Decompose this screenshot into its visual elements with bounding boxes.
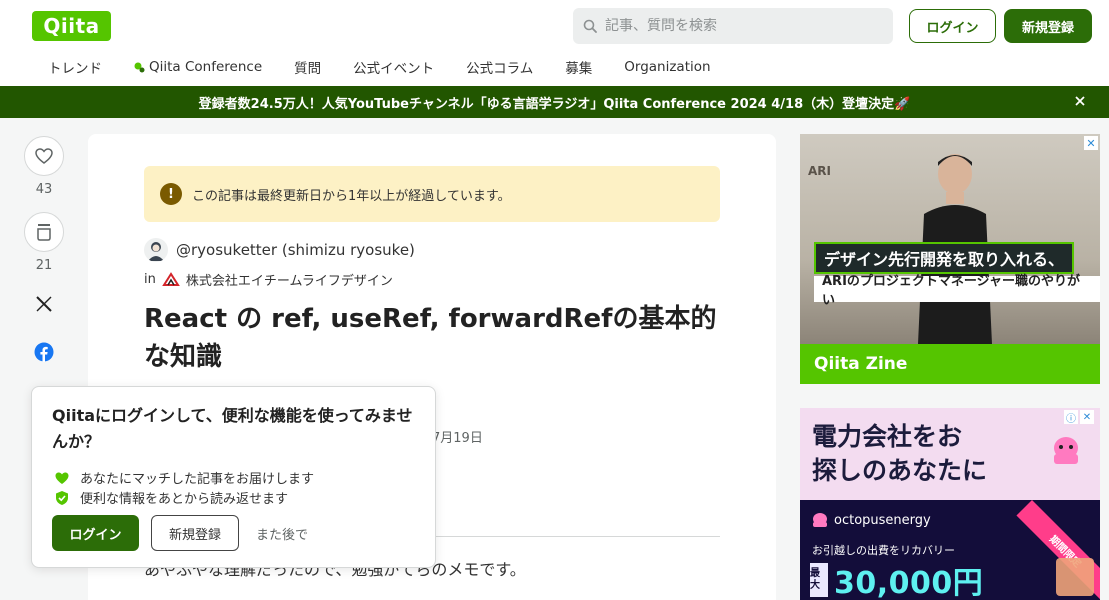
search-icon xyxy=(583,19,597,33)
login-prompt-popup: Qiitaにログインして、便利な機能を使ってみませんか？ あなたにマッチした記事… xyxy=(31,386,436,568)
close-icon[interactable] xyxy=(1073,94,1087,108)
avatar[interactable] xyxy=(144,238,168,262)
nav-recruiting[interactable]: 募集 xyxy=(565,57,592,77)
ad-info-icon[interactable]: ⓘ xyxy=(1064,410,1078,425)
outdated-notice: ! この記事は最終更新日から1年以上が経過しています。 xyxy=(144,166,720,222)
scroll-top-button[interactable] xyxy=(1056,558,1094,596)
ad-caption-2: ARIのプロジェクトマネージャー職のやりがい xyxy=(814,274,1100,308)
announcement-banner[interactable]: 登録者数24.5万人！人気YouTubeチャンネル「ゆる言語学ラジオ」Qiita… xyxy=(0,86,1109,118)
ad-subtext: お引越しの出費をリカバリー xyxy=(812,544,955,557)
popup-feature-text: あなたにマッチした記事をお届けします xyxy=(80,472,315,487)
warning-icon: ! xyxy=(160,183,182,205)
article-title: React の ref, useRef, forwardRefの基本的な知識 xyxy=(144,304,717,372)
stock-icon xyxy=(35,222,53,242)
author-line[interactable]: @ryosuketter (shimizu ryosuke) xyxy=(144,238,415,262)
octopus-energy-ad[interactable]: 電力会社をお 探しのあなたに octopusenergy お引越しの出費をリカバ… xyxy=(800,408,1100,600)
main-nav: トレンド Qiita Conference 質問 公式イベント 公式コラム 募集… xyxy=(32,56,727,78)
nav-trend[interactable]: トレンド xyxy=(48,57,102,77)
popup-feature-2: 便利な情報をあとから読み返せます xyxy=(54,488,288,507)
ad-amount-value: 30,000円 xyxy=(834,566,984,600)
author-name[interactable]: @ryosuketter (shimizu ryosuke) xyxy=(176,241,415,259)
org-prefix: in xyxy=(144,272,156,287)
signup-button[interactable]: 新規登録 xyxy=(1004,9,1092,43)
stock-button[interactable] xyxy=(24,212,64,252)
nav-official-columns[interactable]: 公式コラム xyxy=(466,57,533,77)
ad-brand-name: octopusenergy xyxy=(834,512,931,528)
site-header: Qiita ログイン 新規登録 トレンド Qiita Conference 質問… xyxy=(0,0,1109,86)
nav-official-events[interactable]: 公式イベント xyxy=(353,57,434,77)
organization-line: in 株式会社エイチームライフデザイン xyxy=(144,270,393,289)
heart-icon xyxy=(54,470,70,486)
article-date: 7月19日 xyxy=(432,431,483,446)
conference-icon xyxy=(134,62,145,73)
article-actions: 43 21 xyxy=(24,136,64,372)
ad-close-icon[interactable]: ✕ xyxy=(1080,410,1094,424)
ad-brand: octopusenergy xyxy=(810,512,931,528)
ad-close-icon[interactable]: ✕ xyxy=(1084,136,1098,150)
ad-photo: ARI xyxy=(800,134,1100,344)
nav-questions[interactable]: 質問 xyxy=(294,57,321,77)
search-input[interactable] xyxy=(605,18,875,34)
popup-later-link[interactable]: また後で xyxy=(256,524,308,543)
stock-count: 21 xyxy=(35,258,53,273)
shield-check-icon xyxy=(54,490,70,506)
like-button[interactable] xyxy=(24,136,64,176)
popup-feature-text: 便利な情報をあとから読み返せます xyxy=(80,492,289,507)
qiita-zine-brand: Qiita Zine xyxy=(800,344,1100,384)
qiita-zine-ad[interactable]: ARI デザイン先行開発を取り入れる、 ARIのプロジェクトマネージャー職のやり… xyxy=(800,134,1100,384)
ari-sign: ARI xyxy=(808,164,831,178)
organization-name[interactable]: 株式会社エイチームライフデザイン xyxy=(186,270,393,289)
popup-signup-button[interactable]: 新規登録 xyxy=(151,515,239,551)
organization-logo-icon xyxy=(162,271,180,289)
search-box[interactable] xyxy=(573,8,893,44)
popup-feature-1: あなたにマッチした記事をお届けします xyxy=(54,468,314,487)
announcement-text: 登録者数24.5万人！人気YouTubeチャンネル「ゆる言語学ラジオ」Qiita… xyxy=(198,96,911,112)
octopus-mascot-icon xyxy=(1054,437,1078,464)
ad-headline: 電力会社をお 探しのあなたに xyxy=(812,420,987,488)
ad-headline-line-2: 探しのあなたに xyxy=(812,456,988,485)
x-share-button[interactable] xyxy=(24,284,64,324)
ad-choices[interactable]: ⓘ ✕ xyxy=(1064,410,1096,425)
x-icon xyxy=(35,295,53,313)
heart-icon xyxy=(34,146,54,166)
facebook-icon xyxy=(34,342,54,362)
nav-qiita-conference[interactable]: Qiita Conference xyxy=(134,59,262,75)
ad-amount: 最大 30,000円 xyxy=(810,558,983,600)
ad-headline-line-1: 電力会社をお xyxy=(812,422,963,451)
facebook-share-button[interactable] xyxy=(24,332,64,372)
nav-label: Qiita Conference xyxy=(149,59,263,75)
login-button[interactable]: ログイン xyxy=(909,9,996,43)
notice-text: この記事は最終更新日から1年以上が経過しています。 xyxy=(192,188,511,204)
nav-organization[interactable]: Organization xyxy=(624,59,710,75)
like-count: 43 xyxy=(35,182,53,197)
popup-title: Qiitaにログインして、便利な機能を使ってみませんか？ xyxy=(52,406,413,451)
popup-login-button[interactable]: ログイン xyxy=(52,515,139,551)
ad-max-tag: 最大 xyxy=(810,563,828,597)
qiita-logo[interactable]: Qiita xyxy=(32,11,111,41)
octopus-logo-icon xyxy=(813,513,827,527)
